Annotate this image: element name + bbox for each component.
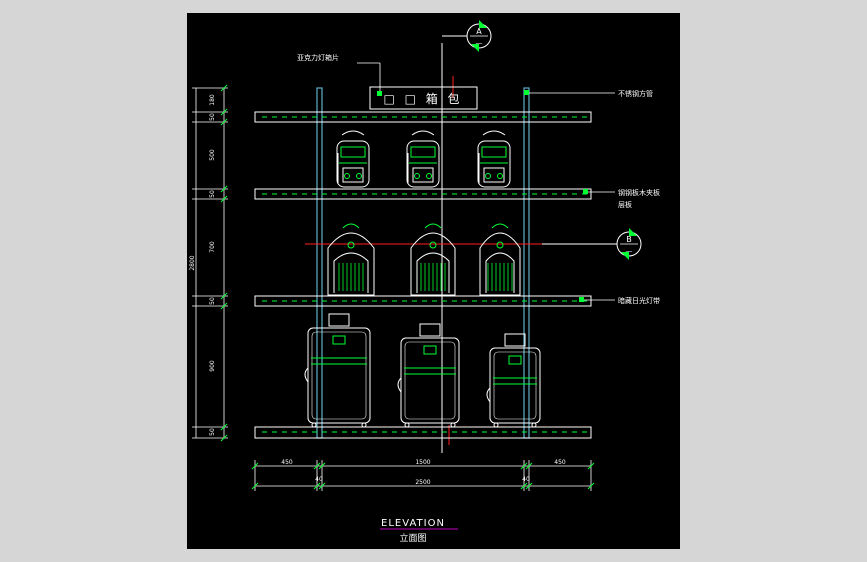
suitcase	[397, 323, 460, 428]
shelf-3	[254, 295, 592, 307]
leader-stainless-tube: 不锈钢方管	[524, 89, 653, 98]
title-elevation: ELEVATION	[381, 518, 445, 529]
small-backpack-row	[336, 130, 511, 188]
dim-500: 500	[209, 149, 216, 161]
cad-drawing-sheet: □ □ 箱 包 A — B — 亚克力灯箱片 不锈钢方管 钢钢板木夹板 层板 暗…	[187, 13, 680, 549]
dim-50d: 50	[209, 428, 216, 436]
left-column	[316, 87, 323, 439]
dim-mid-1500: 1500	[415, 459, 430, 466]
dim-total-height: 2800	[189, 255, 196, 270]
label-glass-shelf-2: 层板	[618, 200, 632, 209]
large-backpack	[479, 223, 521, 296]
elevation-drawing: □ □ 箱 包 A — B — 亚克力灯箱片 不锈钢方管 钢钢板木夹板 层板 暗…	[189, 20, 660, 544]
suitcase-row	[304, 313, 541, 428]
marker-b-sub: —	[626, 247, 633, 255]
dim-700: 700	[209, 241, 216, 253]
title-chinese: 立面图	[399, 532, 426, 544]
suitcase	[486, 333, 541, 428]
shelf-base	[254, 426, 592, 439]
dim-right-40: 40	[522, 476, 530, 483]
section-marker-a: A —	[442, 20, 492, 52]
large-backpack-row	[327, 223, 521, 296]
dim-50a: 50	[209, 113, 216, 121]
section-marker-b: B —	[542, 228, 642, 260]
shelf-2	[254, 188, 592, 200]
label-hidden-light: 暗藏日光灯带	[618, 296, 660, 305]
small-backpack	[406, 130, 440, 188]
suitcase	[304, 313, 371, 428]
dim-50c: 50	[209, 297, 216, 305]
small-backpack	[336, 130, 370, 188]
label-stainless-tube: 不锈钢方管	[618, 89, 653, 98]
shelves	[254, 111, 592, 439]
acrylic-sign-box: □ □ 箱 包	[369, 86, 478, 110]
sign-text: □ □ 箱 包	[383, 91, 462, 106]
dim-left-450: 450	[281, 459, 293, 466]
drawing-title: ELEVATION 立面图	[380, 518, 458, 544]
dim-50b: 50	[209, 190, 216, 198]
shelf-top	[254, 111, 592, 123]
dim-180: 180	[209, 94, 216, 106]
small-backpack	[477, 130, 511, 188]
marker-a-letter: A	[476, 27, 482, 36]
marker-a-sub: —	[476, 39, 483, 47]
leader-glass-shelf: 钢钢板木夹板 层板	[583, 188, 660, 209]
leader-acrylic-lightbox: 亚克力灯箱片	[297, 53, 382, 96]
vertical-dimensions: 2800 180 50 500 50 700 50 900 50	[189, 84, 228, 442]
dim-left-40: 40	[315, 476, 323, 483]
dim-right-450: 450	[554, 459, 566, 466]
label-glass-shelf-1: 钢钢板木夹板	[618, 188, 660, 197]
dim-total-2500: 2500	[415, 479, 430, 486]
large-backpack	[327, 223, 375, 296]
right-column	[523, 87, 530, 439]
marker-b-letter: B	[626, 235, 632, 244]
dim-900: 900	[209, 360, 216, 372]
horizontal-dimensions: 450 1500 450 40 40 2500	[251, 459, 595, 491]
large-backpack	[410, 223, 456, 296]
label-acrylic-lightbox: 亚克力灯箱片	[297, 53, 339, 62]
